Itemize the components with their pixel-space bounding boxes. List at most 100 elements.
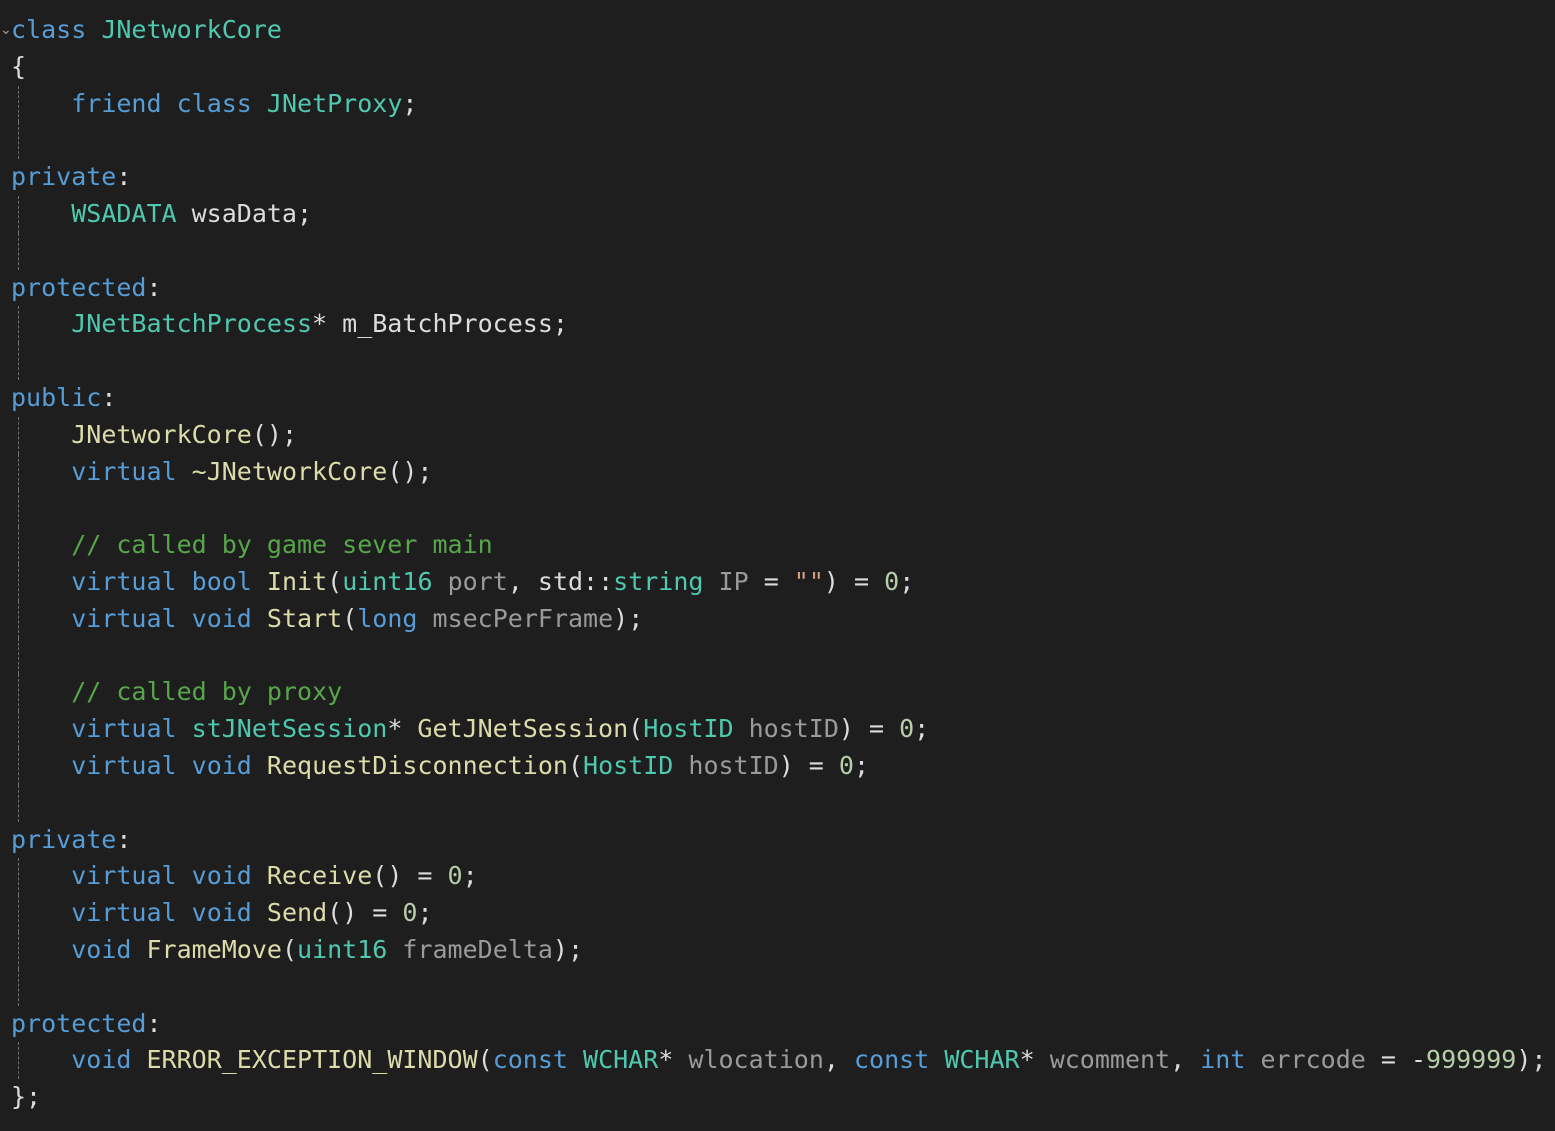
code-line[interactable]: };	[0, 1079, 1555, 1116]
code-token-plain: *	[1019, 1045, 1050, 1075]
code-line[interactable]	[0, 490, 1555, 528]
code-line[interactable]: // called by game sever main	[0, 527, 1555, 564]
code-token-param: wcomment	[1049, 1045, 1171, 1075]
code-token-kw: void	[191, 750, 252, 780]
code-token-kw: protected	[11, 1008, 147, 1038]
indent-guide	[18, 416, 19, 454]
code-line[interactable]: private:	[0, 822, 1555, 859]
code-line[interactable]: protected:	[0, 270, 1555, 307]
code-token-plain: = -	[1365, 1045, 1427, 1075]
code-editor[interactable]: ⌄ class JNetworkCore{ friend class JNetPr…	[0, 12, 1555, 1131]
code-token-kw: virtual	[71, 861, 177, 891]
code-token-param: wlocation	[688, 1045, 824, 1075]
code-line[interactable]	[0, 343, 1555, 380]
code-line[interactable]: virtual ~JNetworkCore();	[0, 453, 1555, 491]
code-line[interactable]: JNetBatchProcess* m_BatchProcess;	[0, 306, 1555, 344]
code-line[interactable]: private:	[0, 159, 1555, 196]
code-token-plain: (	[477, 1045, 493, 1075]
code-line[interactable]: virtual void Receive() = 0;	[0, 858, 1555, 896]
code-line[interactable]: virtual stJNetSession* GetJNetSession(Ho…	[0, 711, 1555, 748]
code-token-type: WCHAR	[583, 1045, 659, 1075]
code-token-plain: ;	[402, 88, 418, 118]
code-token-fn: JNetworkCore	[71, 419, 252, 449]
code-token-kw: void	[71, 1045, 132, 1075]
code-line[interactable]	[0, 784, 1555, 822]
code-token-kw: protected	[11, 272, 147, 302]
code-token-plain: ;	[853, 750, 870, 780]
code-token-kw: virtual	[71, 566, 177, 596]
code-token-num: 999999	[1426, 1045, 1517, 1075]
code-token-fn: Receive	[266, 861, 373, 891]
code-token-plain: :	[146, 272, 162, 302]
code-line[interactable]: void FrameMove(uint16 frameDelta);	[0, 931, 1555, 969]
code-token-plain: :	[101, 382, 117, 412]
code-token-fn: FrameMove	[146, 934, 282, 964]
code-line[interactable]	[0, 232, 1555, 270]
code-token-plain: ;	[417, 898, 433, 928]
code-token-plain: (	[327, 566, 343, 596]
code-token-plain: ();	[251, 419, 297, 449]
code-token-type: WCHAR	[944, 1045, 1020, 1075]
code-token-plain: wsaData;	[176, 198, 313, 228]
code-line[interactable]: protected:	[0, 1006, 1555, 1043]
code-token-param: port	[447, 566, 508, 596]
code-line[interactable]: virtual void Start(long msecPerFrame);	[0, 600, 1555, 638]
code-line[interactable]: ⌄ class JNetworkCore	[0, 12, 1555, 49]
code-line[interactable]	[0, 637, 1555, 675]
code-token-type: HostID	[583, 750, 674, 780]
code-token-kw: public	[11, 382, 102, 412]
code-token-type: JNetBatchProcess	[71, 309, 313, 339]
collapse-chevron-icon[interactable]: ⌄	[0, 12, 12, 49]
indent-guide	[18, 232, 19, 270]
code-line[interactable]: JNetworkCore();	[0, 416, 1555, 454]
code-token-str: ""	[793, 566, 824, 596]
code-token-plain: );	[552, 934, 584, 964]
indent-guide	[18, 674, 19, 712]
code-token-plain: () =	[327, 898, 403, 928]
indent-guide	[18, 1042, 19, 1080]
code-line[interactable]: void ERROR_EXCEPTION_WINDOW(const WCHAR*…	[0, 1042, 1555, 1080]
code-token-kw: virtual	[71, 714, 177, 744]
code-line[interactable]: WSADATA wsaData;	[0, 195, 1555, 233]
code-line[interactable]: virtual void Send() = 0;	[0, 895, 1555, 932]
code-token-plain: {	[11, 51, 27, 81]
code-line[interactable]: friend class JNetProxy;	[0, 85, 1555, 123]
indent-guide	[18, 747, 19, 785]
code-token-kw: class	[176, 88, 252, 118]
code-token-kw: int	[1200, 1045, 1246, 1075]
code-token-plain: );	[1516, 1045, 1547, 1075]
code-line[interactable]: virtual void RequestDisconnection(HostID…	[0, 747, 1555, 785]
code-line[interactable]: public:	[0, 380, 1555, 417]
code-token-comment: // called by proxy	[71, 677, 343, 707]
code-token-param: IP	[718, 566, 749, 596]
code-token-type: stJNetSession	[191, 714, 388, 744]
code-line[interactable]: virtual bool Init(uint16 port, std::stri…	[0, 563, 1555, 601]
code-token-plain: ();	[387, 456, 433, 486]
code-token-plain: ) =	[778, 750, 839, 780]
code-token-param: hostID	[688, 750, 779, 780]
code-line[interactable]	[0, 968, 1555, 1006]
code-token-plain: :	[146, 1008, 162, 1038]
code-line[interactable]: {	[0, 49, 1555, 86]
code-token-plain: (	[628, 714, 644, 744]
code-token-num: 0	[884, 566, 900, 596]
code-line[interactable]	[0, 122, 1555, 160]
code-token-fn: Send	[266, 898, 328, 928]
code-line[interactable]: // called by proxy	[0, 674, 1555, 712]
